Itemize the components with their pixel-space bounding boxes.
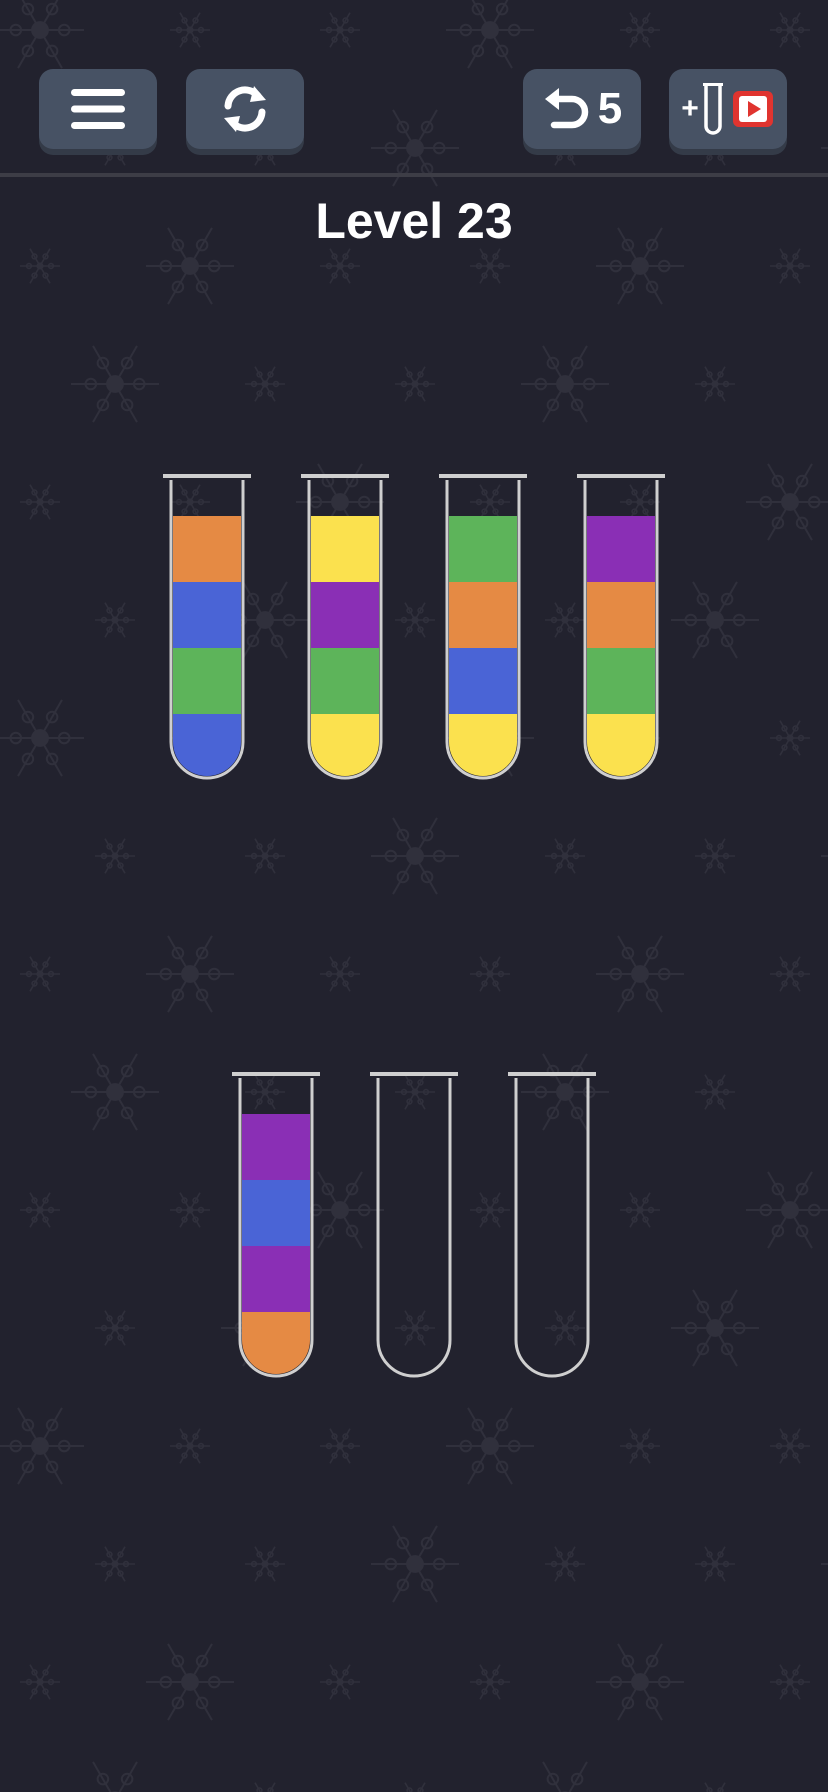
- test-tube-icon: [702, 83, 723, 135]
- liquid-layer-orange: [587, 582, 655, 648]
- liquid-layer-purple: [242, 1114, 310, 1180]
- liquid-layer-blue: [242, 1180, 310, 1246]
- liquid-layer-purple: [311, 582, 379, 648]
- liquid-layer-green: [587, 648, 655, 714]
- undo-arrow-icon: [544, 88, 588, 129]
- tube-lip: [577, 474, 665, 478]
- tube-graphic: [163, 474, 251, 780]
- tube-lip: [439, 474, 527, 478]
- tube-graphic: [370, 1072, 458, 1378]
- tube-lip: [163, 474, 251, 478]
- tube-outline: [376, 1078, 452, 1378]
- tube-graphic: [232, 1072, 320, 1378]
- tube-lip: [370, 1072, 458, 1076]
- tube-7[interactable]: [508, 1070, 596, 1382]
- tube-graphic: [508, 1072, 596, 1378]
- liquid-layer-yellow: [311, 714, 379, 776]
- tube-graphic: [301, 474, 389, 780]
- undo-button[interactable]: 5: [523, 69, 641, 149]
- tube-6[interactable]: [370, 1070, 458, 1382]
- liquid-layer-green: [449, 516, 517, 582]
- tube-1[interactable]: [163, 472, 251, 784]
- liquid-layer-yellow: [587, 714, 655, 776]
- restart-arrows-icon: [224, 86, 266, 132]
- menu-button[interactable]: [39, 69, 157, 149]
- liquid-layer-green: [173, 648, 241, 714]
- top-bar-divider: [0, 173, 828, 177]
- level-title: Level 23: [315, 193, 513, 249]
- liquid-layer-blue: [173, 582, 241, 648]
- hamburger-menu-icon: [71, 89, 125, 129]
- tube-5[interactable]: [232, 1070, 320, 1382]
- undo-count: 5: [597, 84, 623, 133]
- tube-4[interactable]: [577, 472, 665, 784]
- liquid-layer-orange: [173, 516, 241, 582]
- tube-3[interactable]: [439, 472, 527, 784]
- tube-outline: [514, 1078, 590, 1378]
- tube-lip: [508, 1072, 596, 1076]
- liquid-layer-orange: [449, 582, 517, 648]
- snowflake-background-pattern: [0, 0, 828, 1792]
- liquid-layer-blue: [173, 714, 241, 776]
- tube-graphic: [577, 474, 665, 780]
- liquid-layer-yellow: [311, 516, 379, 582]
- liquid-layer-purple: [242, 1246, 310, 1312]
- liquid-layer-orange: [242, 1312, 310, 1374]
- liquid-layer-green: [311, 648, 379, 714]
- restart-button[interactable]: [186, 69, 304, 149]
- add-tube-button[interactable]: +: [669, 69, 787, 149]
- video-play-icon: [732, 91, 773, 127]
- tube-lip: [232, 1072, 320, 1076]
- tube-graphic: [439, 474, 527, 780]
- liquid-layer-yellow: [449, 714, 517, 776]
- liquid-layer-blue: [449, 648, 517, 714]
- tube-2[interactable]: [301, 472, 389, 784]
- top-bar: 5 +: [0, 0, 828, 177]
- plus-sign: +: [681, 92, 699, 125]
- liquid-layer-purple: [587, 516, 655, 582]
- tube-lip: [301, 474, 389, 478]
